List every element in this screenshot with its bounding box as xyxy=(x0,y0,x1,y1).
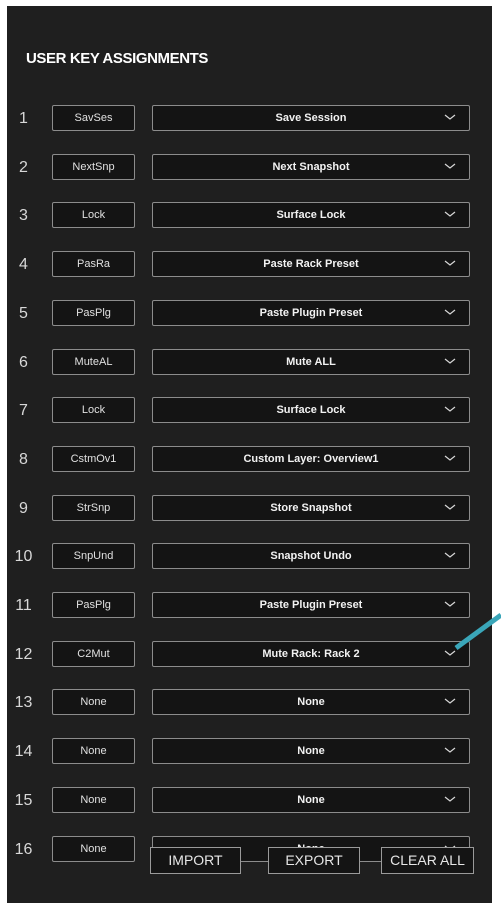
row-number: 8 xyxy=(19,451,28,468)
assignment-row: 1 SavSes Save Session xyxy=(7,104,492,134)
action-dropdown[interactable]: Snapshot Undo xyxy=(152,543,470,569)
action-dropdown[interactable]: Paste Rack Preset xyxy=(152,251,470,277)
row-number: 15 xyxy=(14,792,33,809)
short-name-field[interactable]: C2Mut xyxy=(52,641,135,667)
short-name-field[interactable]: PasRa xyxy=(52,251,135,277)
chevron-down-icon[interactable] xyxy=(444,453,456,463)
chevron-down-icon[interactable] xyxy=(444,404,456,414)
action-dropdown-label: Mute Rack: Rack 2 xyxy=(262,648,360,660)
row-number: 4 xyxy=(19,256,28,273)
assignment-row: 14 None None xyxy=(7,737,492,767)
assignment-row: 4 PasRa Paste Rack Preset xyxy=(7,250,492,280)
action-dropdown-label: None xyxy=(297,696,325,708)
action-dropdown-label: Save Session xyxy=(275,112,347,124)
action-dropdown[interactable]: Store Snapshot xyxy=(152,495,470,521)
short-name-field[interactable]: StrSnp xyxy=(52,495,135,521)
action-dropdown-label: None xyxy=(297,794,325,806)
assignment-row: 11 PasPlg Paste Plugin Preset xyxy=(7,591,492,621)
short-name-field[interactable]: None xyxy=(52,787,135,813)
short-name-field[interactable]: PasPlg xyxy=(52,592,135,618)
import-button[interactable]: IMPORT xyxy=(150,847,241,874)
short-name-field[interactable]: None xyxy=(52,689,135,715)
chevron-down-icon[interactable] xyxy=(444,307,456,317)
action-dropdown-label: Next Snapshot xyxy=(272,161,350,173)
row-number: 3 xyxy=(19,207,28,224)
short-name-field[interactable]: None xyxy=(52,738,135,764)
action-dropdown-label: Snapshot Undo xyxy=(270,550,352,562)
action-dropdown[interactable]: None xyxy=(152,689,470,715)
row-number: 9 xyxy=(19,500,28,517)
row-number: 12 xyxy=(14,646,33,663)
row-number: 10 xyxy=(14,548,33,565)
row-number: 13 xyxy=(14,694,33,711)
action-dropdown-label: Mute ALL xyxy=(286,356,336,368)
user-key-assignments-panel: USER KEY ASSIGNMENTS 1 SavSes Save Session… xyxy=(7,6,492,903)
assignment-row: 8 CstmOv1 Custom Layer: Overview1 xyxy=(7,445,492,475)
short-name-field[interactable]: CstmOv1 xyxy=(52,446,135,472)
short-name-field[interactable]: Lock xyxy=(52,202,135,228)
short-name-field[interactable]: NextSnp xyxy=(52,154,135,180)
action-dropdown[interactable]: None xyxy=(152,787,470,813)
action-dropdown-label: Surface Lock xyxy=(276,404,346,416)
chevron-down-icon[interactable] xyxy=(444,696,456,706)
action-dropdown-label: Paste Plugin Preset xyxy=(259,599,363,611)
chevron-down-icon[interactable] xyxy=(444,161,456,171)
short-name-field[interactable]: PasPlg xyxy=(52,300,135,326)
action-dropdown[interactable]: Custom Layer: Overview1 xyxy=(152,446,470,472)
row-number: 14 xyxy=(14,743,33,760)
clear-all-button[interactable]: CLEAR ALL xyxy=(381,847,474,874)
action-dropdown-label: Store Snapshot xyxy=(270,502,352,514)
assignment-row: 2 NextSnp Next Snapshot xyxy=(7,153,492,183)
export-button[interactable]: EXPORT xyxy=(268,847,360,874)
short-name-field[interactable]: SnpUnd xyxy=(52,543,135,569)
short-name-field[interactable]: MuteAL xyxy=(52,349,135,375)
chevron-down-icon[interactable] xyxy=(444,258,456,268)
assignment-row: 5 PasPlg Paste Plugin Preset xyxy=(7,299,492,329)
action-dropdown-label: Custom Layer: Overview1 xyxy=(243,453,379,465)
assignment-row: 6 MuteAL Mute ALL xyxy=(7,348,492,378)
action-dropdown-label: Paste Plugin Preset xyxy=(259,307,363,319)
short-name-field[interactable]: Lock xyxy=(52,397,135,423)
action-dropdown-label: Surface Lock xyxy=(276,209,346,221)
action-dropdown[interactable]: Surface Lock xyxy=(152,397,470,423)
row-number: 11 xyxy=(15,597,32,614)
assignment-row: 10 SnpUnd Snapshot Undo xyxy=(7,542,492,572)
assignment-row: 3 Lock Surface Lock xyxy=(7,201,492,231)
assignment-row: 15 None None xyxy=(7,786,492,816)
chevron-down-icon[interactable] xyxy=(444,550,456,560)
chevron-down-icon[interactable] xyxy=(444,745,456,755)
action-dropdown[interactable]: Save Session xyxy=(152,105,470,131)
row-number: 1 xyxy=(19,110,28,127)
short-name-field[interactable]: SavSes xyxy=(52,105,135,131)
row-number: 16 xyxy=(14,841,33,858)
assignment-row: 9 StrSnp Store Snapshot xyxy=(7,494,492,524)
panel-title: USER KEY ASSIGNMENTS xyxy=(26,50,209,67)
row-number: 6 xyxy=(19,354,28,371)
row-number: 2 xyxy=(19,159,28,176)
action-dropdown[interactable]: Mute Rack: Rack 2 xyxy=(152,641,470,667)
assignment-row: 12 C2Mut Mute Rack: Rack 2 xyxy=(7,640,492,670)
action-dropdown[interactable]: Paste Plugin Preset xyxy=(152,592,470,618)
chevron-down-icon[interactable] xyxy=(444,794,456,804)
assignment-row: 13 None None xyxy=(7,688,492,718)
assignment-row: 7 Lock Surface Lock xyxy=(7,396,492,426)
action-dropdown-label: Paste Rack Preset xyxy=(263,258,359,270)
chevron-down-icon[interactable] xyxy=(444,648,456,658)
short-name-field[interactable]: None xyxy=(52,836,135,862)
chevron-down-icon[interactable] xyxy=(444,502,456,512)
chevron-down-icon[interactable] xyxy=(444,599,456,609)
chevron-down-icon[interactable] xyxy=(444,209,456,219)
row-number: 7 xyxy=(19,402,28,419)
action-dropdown[interactable]: Surface Lock xyxy=(152,202,470,228)
chevron-down-icon[interactable] xyxy=(444,112,456,122)
row-number: 5 xyxy=(19,305,28,322)
action-dropdown[interactable]: None xyxy=(152,738,470,764)
action-dropdown[interactable]: Mute ALL xyxy=(152,349,470,375)
action-dropdown[interactable]: Next Snapshot xyxy=(152,154,470,180)
action-dropdown-label: None xyxy=(297,745,325,757)
action-dropdown[interactable]: Paste Plugin Preset xyxy=(152,300,470,326)
chevron-down-icon[interactable] xyxy=(444,356,456,366)
